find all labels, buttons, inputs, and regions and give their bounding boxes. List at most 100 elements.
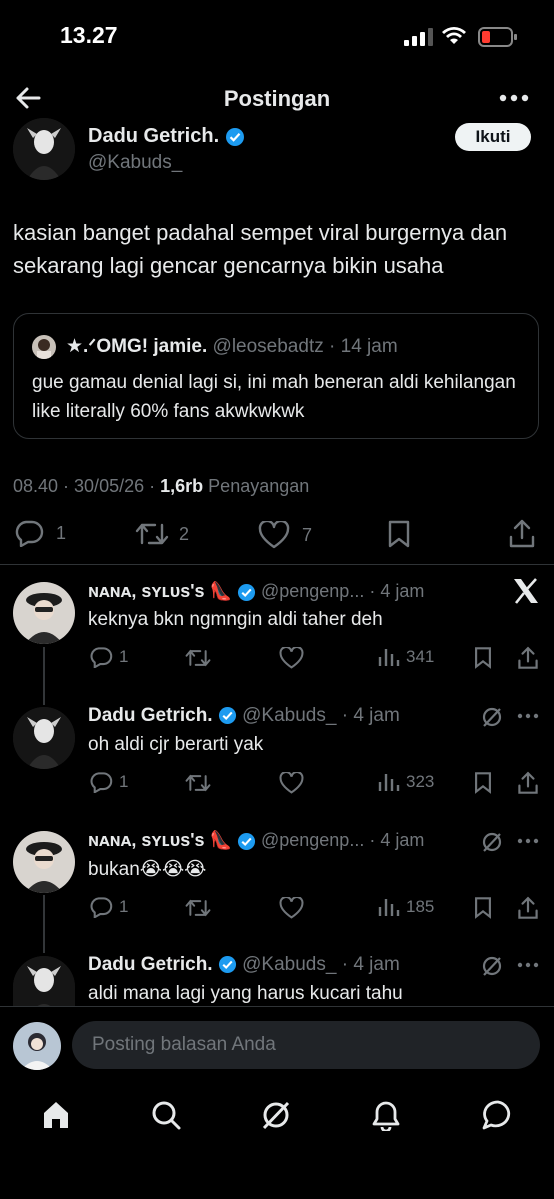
more-options-icon[interactable]	[517, 713, 539, 719]
share-icon[interactable]	[517, 770, 539, 795]
grok-icon[interactable]	[481, 955, 503, 977]
reply-author-handle: @pengenp...	[260, 830, 365, 850]
reply-action[interactable]: 1	[14, 519, 66, 547]
repost-icon	[135, 523, 169, 545]
author-name[interactable]: Dadu Getrich.	[88, 125, 219, 147]
reply-icon	[90, 897, 113, 918]
reply-text: bukan😭😭😭	[88, 859, 207, 880]
views-count: 341	[406, 647, 435, 666]
verified-badge-icon	[218, 955, 237, 974]
like-action[interactable]: 7	[258, 521, 312, 549]
more-options-icon[interactable]	[517, 962, 539, 968]
cellular-signal-icon	[404, 28, 434, 46]
bookmark-icon[interactable]	[386, 519, 412, 549]
views-count: 323	[406, 772, 435, 791]
quote-author-name: ★.ᐟOMG! jamie.	[66, 336, 208, 357]
repost-icon[interactable]	[185, 648, 211, 668]
author-handle[interactable]: @Kabuds_	[88, 152, 182, 174]
views-action[interactable]: 341	[378, 647, 434, 667]
quote-time: · 14 jam	[329, 336, 398, 357]
share-icon[interactable]	[508, 517, 536, 549]
reply-author-handle: @Kabuds_	[242, 954, 337, 975]
divider	[0, 1006, 554, 1007]
reply-count: 1	[119, 647, 129, 666]
verified-badge-icon	[225, 127, 245, 147]
reply-input[interactable]	[90, 1033, 534, 1057]
share-icon[interactable]	[517, 645, 539, 670]
reply-icon	[90, 772, 113, 793]
views-action[interactable]: 185	[378, 897, 434, 917]
views-label: Penayangan	[208, 476, 310, 496]
reply-author-name[interactable]: ɴᴀɴᴀ, sʏʟᴜs's 👠	[88, 581, 232, 601]
views-icon	[378, 649, 400, 666]
verified-badge-icon	[237, 583, 256, 602]
reply-icon	[90, 647, 113, 668]
repost-icon[interactable]	[185, 773, 211, 793]
reply-text: aldi mana lagi yang harus kucari tahu	[88, 983, 403, 1004]
quoted-post[interactable]: ★.ᐟOMG! jamie. @leosebadtz · 14 jam gue …	[13, 313, 539, 439]
more-options-icon[interactable]	[517, 838, 539, 844]
post-timestamp: 08.40 · 30/05/26 ·	[13, 476, 156, 496]
post-text: kasian banget padahal sempet viral burge…	[13, 220, 508, 278]
grok-icon[interactable]	[481, 831, 503, 853]
battery-icon	[478, 26, 518, 48]
notifications-icon[interactable]	[370, 1099, 402, 1131]
reply-count: 1	[119, 772, 129, 791]
search-icon[interactable]	[150, 1099, 182, 1131]
messages-icon[interactable]	[481, 1099, 515, 1131]
follow-button[interactable]: Ikuti	[455, 123, 531, 151]
quote-author-handle: @leosebadtz	[212, 336, 324, 357]
reply-text: keknya bkn ngmngin aldi taher deh	[88, 609, 383, 630]
repost-action[interactable]: 2	[135, 521, 189, 547]
reply-avatar[interactable]	[13, 956, 75, 1008]
views-action[interactable]: 323	[378, 772, 434, 792]
quote-avatar	[32, 335, 56, 359]
page-title: Postingan	[223, 86, 331, 111]
home-icon[interactable]	[40, 1099, 72, 1131]
reply-action[interactable]: 1	[89, 771, 128, 793]
bookmark-icon[interactable]	[473, 646, 493, 669]
grok-icon[interactable]	[481, 706, 503, 728]
wifi-icon	[441, 26, 467, 46]
repost-icon[interactable]	[185, 898, 211, 918]
reply-author-handle: @pengenp...	[260, 581, 365, 601]
heart-icon[interactable]	[279, 772, 304, 794]
status-time: 13.27	[60, 22, 118, 48]
reply-time: · 4 jam	[341, 705, 400, 726]
reply-avatar[interactable]	[13, 831, 75, 893]
heart-icon[interactable]	[279, 897, 304, 919]
views-icon	[378, 899, 400, 916]
bookmark-icon[interactable]	[473, 771, 493, 794]
reply-author-name[interactable]: Dadu Getrich.	[88, 954, 213, 975]
thread-line	[43, 895, 45, 953]
repost-count: 2	[179, 523, 190, 544]
quote-text: gue gamau denial lagi si, ini mah benera…	[32, 372, 516, 422]
thread-line	[43, 647, 45, 705]
like-count: 7	[302, 524, 313, 545]
reply-author-name[interactable]: Dadu Getrich.	[88, 705, 213, 726]
views-icon	[378, 774, 400, 791]
author-avatar[interactable]	[13, 118, 75, 180]
reply-composer[interactable]	[72, 1021, 540, 1069]
share-icon[interactable]	[517, 895, 539, 920]
reply-action[interactable]: 1	[89, 896, 128, 918]
reply-count: 1	[119, 897, 129, 916]
more-options-icon[interactable]	[499, 94, 529, 102]
my-avatar[interactable]	[13, 1022, 61, 1070]
reply-count: 1	[56, 522, 67, 543]
views-count: 1,6rb	[160, 476, 204, 496]
reply-avatar[interactable]	[13, 582, 75, 644]
reply-action[interactable]: 1	[89, 646, 128, 668]
reply-author-handle: @Kabuds_	[242, 705, 337, 726]
reply-icon	[15, 520, 44, 547]
reply-author-name[interactable]: ɴᴀɴᴀ, sʏʟᴜs's 👠	[88, 830, 232, 850]
heart-icon[interactable]	[279, 647, 304, 669]
reply-time: · 4 jam	[369, 581, 425, 601]
heart-icon	[258, 521, 290, 549]
reply-avatar[interactable]	[13, 707, 75, 769]
verified-badge-icon	[218, 706, 237, 725]
views-count: 185	[406, 897, 435, 916]
x-logo-icon	[512, 578, 540, 604]
grok-icon[interactable]	[260, 1099, 292, 1131]
bookmark-icon[interactable]	[473, 896, 493, 919]
